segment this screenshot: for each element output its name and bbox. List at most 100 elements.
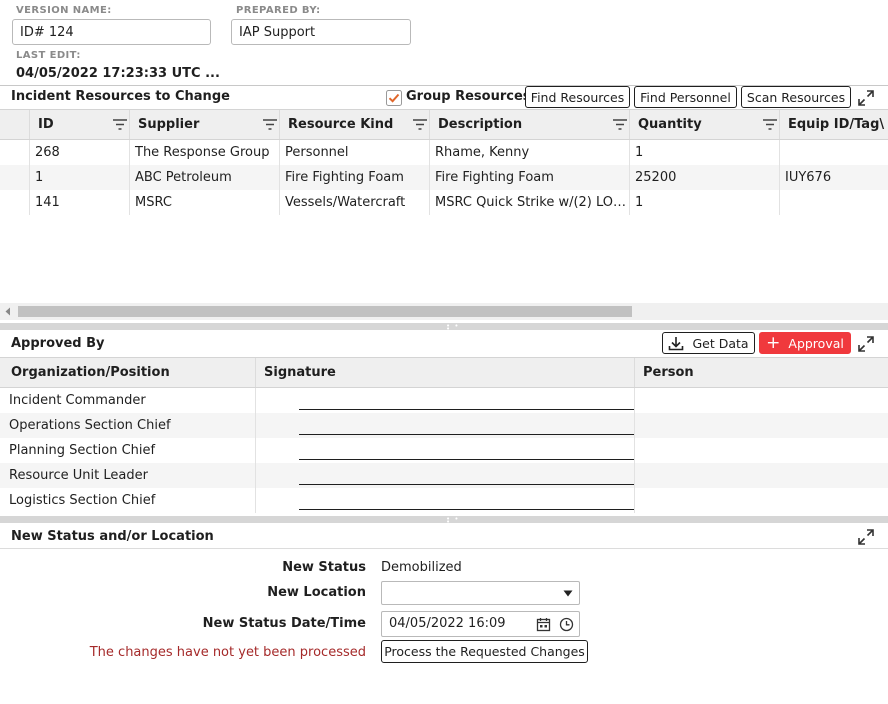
signature-cell[interactable]: [256, 413, 635, 438]
table-row: Resource Unit Leader: [0, 463, 888, 488]
group-resources-checkbox[interactable]: [386, 90, 402, 106]
signature-line: [299, 434, 634, 435]
column-header-organization: Organization/Position: [0, 358, 256, 387]
prepared-by-caption: PREPARED BY:: [236, 5, 321, 16]
column-header-quantity[interactable]: Quantity: [630, 110, 780, 139]
approved-panel-title: Approved By: [11, 336, 105, 351]
table-row: Operations Section Chief: [0, 413, 888, 438]
approval-label: Approval: [788, 335, 844, 351]
column-header-supplier[interactable]: Supplier: [130, 110, 280, 139]
row-indicator-header: [0, 110, 30, 139]
resources-table-header: ID Supplier Resource Kind Description Qu…: [0, 109, 888, 140]
position-cell: Operations Section Chief: [0, 413, 256, 438]
approval-button[interactable]: + Approval: [759, 332, 851, 354]
signature-cell[interactable]: [256, 438, 635, 463]
table-row: Planning Section Chief: [0, 438, 888, 463]
process-changes-button[interactable]: Process the Requested Changes: [381, 640, 588, 663]
last-edit-caption: LAST EDIT:: [16, 50, 81, 61]
signature-cell[interactable]: [256, 488, 635, 513]
group-resources-label[interactable]: Group Resources: [406, 89, 531, 104]
description-cell: Rhame, Kenny: [430, 140, 630, 165]
description-cell: MSRC Quick Strike w/(2) LOR…: [430, 190, 630, 215]
signature-cell[interactable]: [256, 388, 635, 413]
clock-icon[interactable]: [559, 617, 574, 632]
position-cell: Incident Commander: [0, 388, 256, 413]
resources-table-empty-area: [0, 214, 888, 303]
divider: [0, 548, 888, 549]
calendar-icon[interactable]: [536, 617, 551, 632]
download-icon: [669, 336, 684, 350]
id-cell: 268: [30, 140, 130, 165]
row-indicator: [0, 140, 30, 165]
resource-kind-cell: Vessels/Watercraft: [280, 190, 430, 215]
description-cell: Fire Fighting Foam: [430, 165, 630, 190]
column-header-resource-kind[interactable]: Resource Kind: [280, 110, 430, 139]
position-cell: Resource Unit Leader: [0, 463, 256, 488]
column-header-description[interactable]: Description: [430, 110, 630, 139]
panel-splitter[interactable]: • • •: [0, 323, 888, 333]
get-data-label: Get Data: [692, 335, 749, 351]
table-row: Logistics Section Chief: [0, 488, 888, 513]
quantity-cell: 25200: [630, 165, 780, 190]
plus-icon: +: [766, 332, 781, 353]
id-cell: 1: [30, 165, 130, 190]
version-name-input[interactable]: [12, 19, 211, 45]
person-cell: [635, 438, 888, 463]
status-panel-header: New Status and/or Location: [0, 524, 888, 548]
new-location-select[interactable]: [381, 581, 580, 605]
resource-kind-cell: Personnel: [280, 140, 430, 165]
table-row[interactable]: 141 MSRC Vessels/Watercraft MSRC Quick Stri…: [0, 190, 888, 215]
scroll-left-icon[interactable]: [4, 307, 12, 316]
signature-cell[interactable]: [256, 463, 635, 488]
equip-id-cell: IUY676: [785, 170, 832, 185]
new-location-label: New Location: [267, 585, 366, 600]
filter-icon[interactable]: [762, 118, 778, 131]
supplier-cell: The Response Group: [130, 140, 280, 165]
equip-id-cell: [780, 140, 888, 165]
last-edit-value: 04/05/2022 17:23:33 UTC ...: [16, 66, 220, 81]
position-cell: Planning Section Chief: [0, 438, 256, 463]
filter-icon[interactable]: [262, 118, 278, 131]
approved-table-header: Organization/Position Signature Person: [0, 357, 888, 388]
status-panel-title: New Status and/or Location: [11, 529, 214, 544]
new-status-label: New Status: [282, 560, 366, 575]
expand-icon[interactable]: [857, 528, 875, 546]
chevron-down-icon: [563, 590, 573, 597]
expand-icon[interactable]: [857, 335, 875, 353]
column-header-signature: Signature: [256, 358, 635, 387]
row-indicator: [0, 190, 30, 215]
supplier-cell: MSRC: [130, 190, 280, 215]
resources-panel-title: Incident Resources to Change: [11, 89, 230, 104]
filter-icon[interactable]: [412, 118, 428, 131]
prepared-by-input[interactable]: [231, 19, 411, 45]
row-indicator: [0, 165, 30, 190]
position-cell: Logistics Section Chief: [0, 488, 256, 513]
person-cell: [635, 388, 888, 413]
datetime-label: New Status Date/Time: [202, 616, 366, 631]
datetime-value[interactable]: 04/05/2022 16:09: [389, 616, 506, 631]
filter-icon[interactable]: [112, 118, 128, 131]
signature-line: [299, 509, 634, 510]
approved-panel-header: Approved By Get Data + Approval: [0, 331, 888, 355]
person-cell: [635, 488, 888, 513]
table-row: Incident Commander: [0, 388, 888, 413]
column-header-equip-id[interactable]: Equip ID/Tag\: [780, 110, 888, 139]
find-personnel-button[interactable]: Find Personnel: [634, 86, 737, 108]
get-data-button[interactable]: Get Data: [662, 332, 755, 354]
panel-splitter[interactable]: • • •: [0, 516, 888, 526]
expand-icon[interactable]: [857, 89, 875, 107]
new-status-value: Demobilized: [381, 560, 462, 575]
scrollbar-thumb[interactable]: [18, 306, 632, 317]
find-resources-button[interactable]: Find Resources: [525, 86, 630, 108]
person-cell: [635, 413, 888, 438]
scan-resources-button[interactable]: Scan Resources: [741, 86, 851, 108]
id-cell: 141: [30, 190, 130, 215]
supplier-cell: ABC Petroleum: [130, 165, 280, 190]
filter-icon[interactable]: [612, 118, 628, 131]
resources-horizontal-scrollbar[interactable]: [0, 303, 888, 320]
datetime-field[interactable]: 04/05/2022 16:09: [381, 611, 580, 637]
unprocessed-warning: The changes have not yet been processed: [89, 645, 366, 660]
table-row[interactable]: 1 ABC Petroleum Fire Fighting Foam Fire Fig…: [0, 165, 888, 190]
table-row[interactable]: 268 The Response Group Personnel Rhame, Ken…: [0, 140, 888, 165]
quantity-cell: 1: [630, 140, 780, 165]
